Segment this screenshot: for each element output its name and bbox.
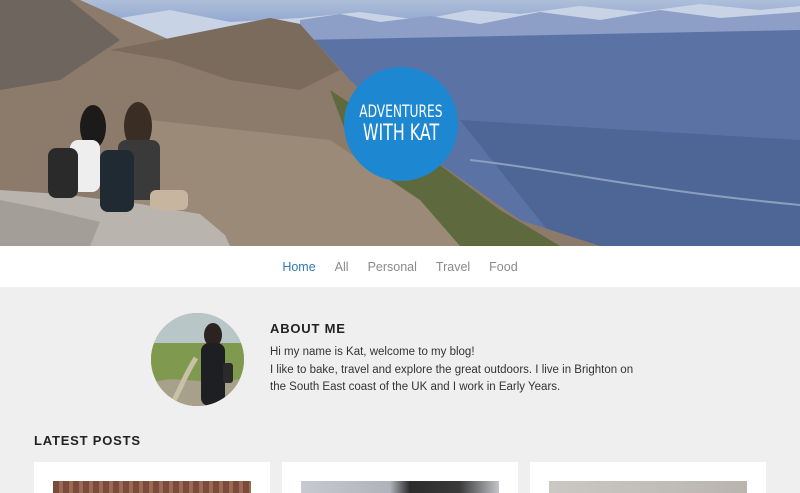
latest-posts-title: LATEST POSTS <box>34 433 141 448</box>
nav-item-food[interactable]: Food <box>489 260 518 274</box>
post-card[interactable] <box>530 462 766 493</box>
author-avatar <box>151 313 244 406</box>
nav-item-travel[interactable]: Travel <box>436 260 470 274</box>
nav-item-personal[interactable]: Personal <box>368 260 417 274</box>
site-logo[interactable]: ADVENTURES WITH KAT <box>344 67 458 181</box>
about-line-2: I like to bake, travel and explore the g… <box>270 363 634 394</box>
logo-line-1: ADVENTURES <box>359 102 443 122</box>
main-nav: Home All Personal Travel Food <box>0 246 800 287</box>
about-title: ABOUT ME <box>270 321 346 336</box>
hero-banner: ADVENTURES WITH KAT <box>0 0 800 246</box>
nav-item-home[interactable]: Home <box>282 260 315 274</box>
post-thumbnail[interactable] <box>549 481 747 493</box>
nav-item-all[interactable]: All <box>335 260 349 274</box>
about-line-1: Hi my name is Kat, welcome to my blog! <box>270 346 475 358</box>
post-card[interactable] <box>282 462 518 493</box>
post-thumbnail[interactable] <box>301 481 499 493</box>
about-text: Hi my name is Kat, welcome to my blog! I… <box>270 344 650 397</box>
post-thumbnail[interactable] <box>53 481 251 493</box>
logo-line-2: WITH KAT <box>362 121 440 146</box>
post-card[interactable] <box>34 462 270 493</box>
